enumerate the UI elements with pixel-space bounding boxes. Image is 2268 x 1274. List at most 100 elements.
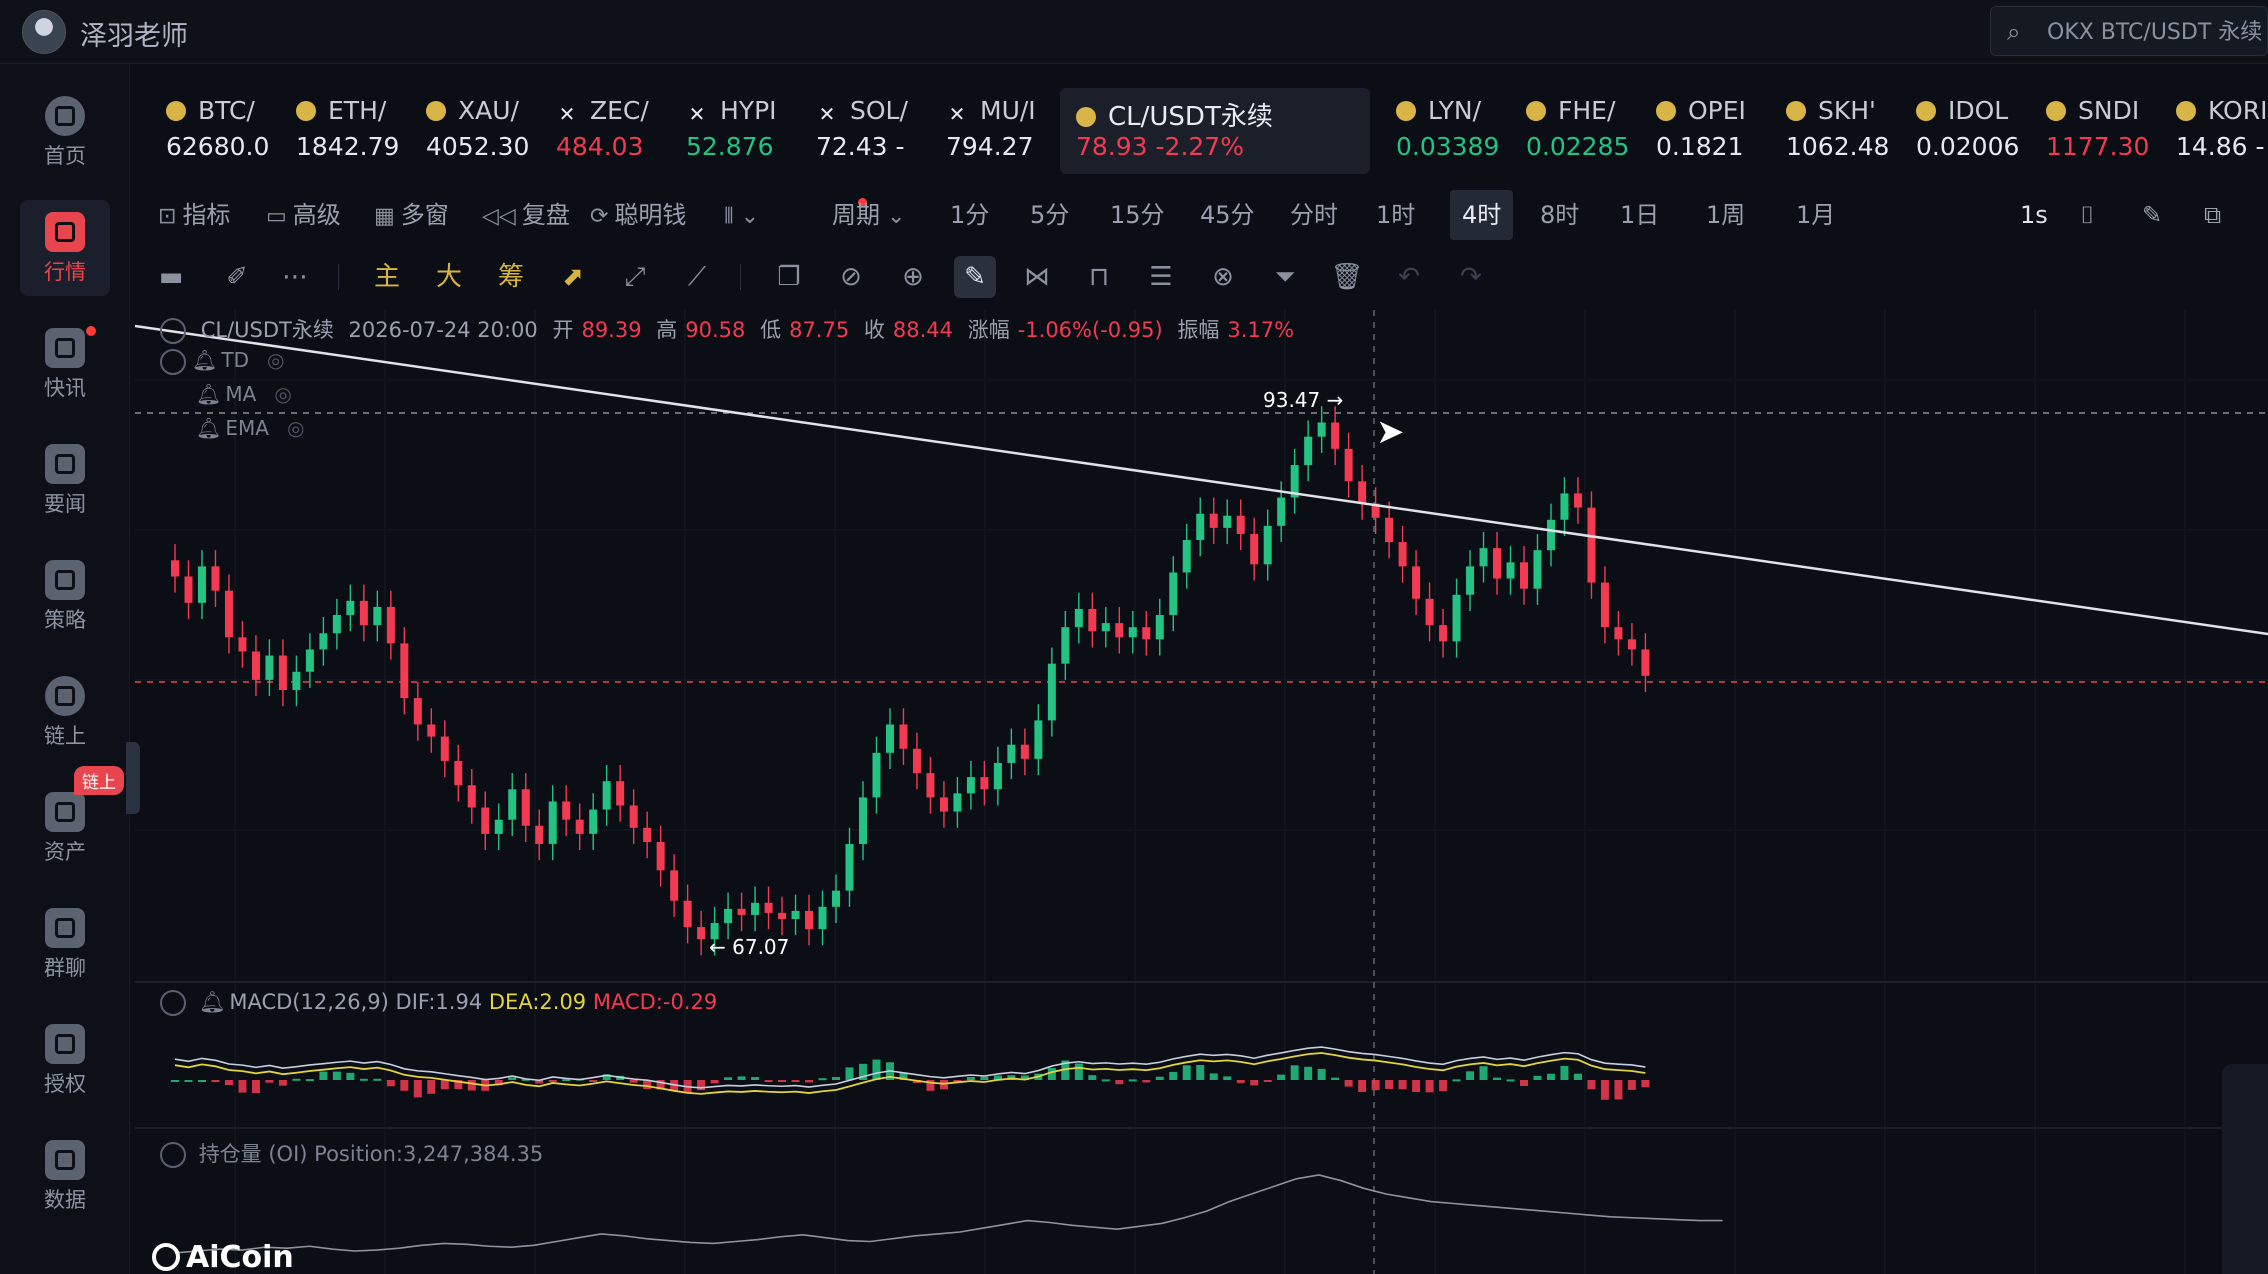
icon-detail [55, 106, 75, 126]
ticker-item[interactable]: ✕ MU/I 794.27 [930, 88, 1060, 174]
candle-body [238, 637, 247, 652]
macd-bar [1223, 1076, 1232, 1080]
lock-icon[interactable]: ⊓ [1078, 256, 1120, 298]
chips-button[interactable]: 筹 [490, 256, 532, 298]
trash-icon[interactable]: 🗑 [1326, 256, 1368, 298]
copy-icon[interactable]: ❐ [768, 256, 810, 298]
period-4[interactable]: 分时 [1290, 190, 1338, 240]
eye-icon[interactable]: ◎ [287, 416, 304, 440]
overlay-ma[interactable]: 🔔︎ MA ◎ [196, 382, 292, 406]
sidebar-item-label: 授权 [44, 1072, 86, 1096]
candle-body [1573, 493, 1582, 508]
ticker-item[interactable]: SKH' 1062.48 [1770, 88, 1900, 174]
filter-icon[interactable]: ⏷ [1264, 256, 1306, 298]
collapse-circle-icon[interactable] [160, 348, 186, 375]
period-8[interactable]: 1日 [1620, 190, 1659, 240]
resize-tool-icon[interactable]: ⤢ [614, 256, 656, 298]
interval-button[interactable]: 1s [2020, 190, 2048, 240]
undo-icon[interactable]: ↶ [1388, 256, 1430, 298]
search-input[interactable] [2047, 17, 2262, 47]
search-box[interactable]: ⌕ [1990, 6, 2268, 56]
ruler-icon[interactable]: ▬ [150, 256, 192, 298]
hide-drawings-icon[interactable]: ⊗ [1202, 256, 1244, 298]
period-6[interactable]: 4时 [1450, 190, 1514, 240]
ticker-item[interactable]: ETH/1842.79 [280, 88, 410, 174]
collapse-circle-icon[interactable] [160, 318, 186, 344]
ticker-item[interactable]: FHE/0.02285 [1510, 88, 1640, 174]
sidebar-item-2[interactable]: 快讯 [20, 316, 110, 412]
main-overlay-button[interactable]: 主 [366, 256, 408, 298]
draw-pen-icon[interactable]: ✎ [954, 256, 996, 298]
coin-icon [2046, 101, 2066, 121]
pen-edit-icon[interactable]: ✎ [2142, 190, 2162, 240]
ticker-item[interactable]: IDOL 0.02006 [1900, 88, 2030, 174]
trend-tool-icon[interactable]: ⬈ [552, 256, 594, 298]
sidebar-item-1[interactable]: 行情 [20, 200, 110, 296]
ticker-item[interactable]: ✕ ZEC/484.03 [540, 88, 670, 174]
avatar[interactable] [22, 10, 66, 54]
macd-bar [966, 1077, 975, 1080]
more-tools-button[interactable]: ⦀ ⌄ [724, 190, 765, 240]
overlay-ema[interactable]: 🔔︎ EMA ◎ [196, 416, 304, 440]
ticker-item[interactable]: BTC/62680.0 [150, 88, 280, 174]
camera-icon[interactable]: ⌷ [2080, 190, 2094, 240]
period-10[interactable]: 1月 [1796, 190, 1835, 240]
period-2[interactable]: 15分 [1110, 190, 1165, 240]
macd-bar [1047, 1068, 1056, 1080]
macd-bar [346, 1072, 355, 1080]
collapse-circle-icon[interactable] [160, 990, 186, 1016]
multi-window-button[interactable]: ▦ 多窗 [374, 190, 449, 240]
sidebar-item-7[interactable]: 群聊 [20, 896, 110, 992]
coin-icon [1396, 101, 1416, 121]
sidebar-item-8[interactable]: 授权 [20, 1012, 110, 1108]
period-9[interactable]: 1周 [1706, 190, 1745, 240]
sidebar-item-0[interactable]: 首页 [20, 84, 110, 180]
brush-icon[interactable]: ✐ [216, 256, 258, 298]
sidebar-item-5[interactable]: 链上 [20, 664, 110, 760]
more-icon[interactable]: ⋯ [274, 256, 316, 298]
big-order-button[interactable]: 大 [428, 256, 470, 298]
overlay-td[interactable]: 🔔︎ TD ◎ [160, 348, 284, 375]
ticker-item[interactable]: KORI 14.86 - [2160, 88, 2268, 174]
eye-icon[interactable]: ◎ [267, 348, 284, 372]
line-tool-icon[interactable]: ⟋ [676, 256, 718, 298]
period-3[interactable]: 45分 [1200, 190, 1255, 240]
smart-money-button[interactable]: ⟳ 聪明钱 [590, 190, 686, 240]
ticker-item[interactable]: OPEI 0.1821 [1640, 88, 1770, 174]
indicator-button[interactable]: ⊡ 指标 [158, 190, 230, 240]
period-1[interactable]: 5分 [1030, 190, 1069, 240]
eye-icon[interactable]: ◎ [274, 382, 291, 406]
measure-icon[interactable]: ⊘ [830, 256, 872, 298]
sidebar-item-9[interactable]: 数据 [20, 1128, 110, 1224]
macd-bar [764, 1080, 773, 1082]
macd-bar [1466, 1071, 1475, 1080]
sidebar-item-3[interactable]: 要闻 [20, 432, 110, 528]
ticker-item[interactable]: CL/USDT永续 78.93 -2.27% [1060, 88, 1370, 174]
macd-bar [1506, 1079, 1515, 1082]
period-5[interactable]: 1时 [1376, 190, 1415, 240]
ticker-price: 1842.79 [296, 132, 400, 161]
price-chart[interactable]: 93.47 → ← 67.07 [135, 310, 2268, 1274]
candle-body [1034, 720, 1043, 759]
period-7[interactable]: 8时 [1540, 190, 1579, 240]
zoom-icon[interactable]: ⊕ [892, 256, 934, 298]
ticker-item[interactable]: ✕ HYPI 52.876 [670, 88, 800, 174]
ticker-item[interactable]: ✕ SOL/72.43 - [800, 88, 930, 174]
macd-bar [1088, 1075, 1097, 1080]
sidebar-item-4[interactable]: 策略 [20, 548, 110, 644]
collapse-circle-icon[interactable] [160, 1142, 186, 1168]
candle-body [1614, 627, 1623, 640]
popout-icon[interactable]: ⧉ [2204, 190, 2221, 240]
ticker-item[interactable]: SNDI 1177.30 [2030, 88, 2160, 174]
ticker-item[interactable]: LYN/0.03389 [1380, 88, 1510, 174]
template-icon[interactable]: ☰ [1140, 256, 1182, 298]
period-dropdown[interactable]: 周期 ⌄ [832, 190, 911, 240]
period-0[interactable]: 1分 [950, 190, 989, 240]
ticker-item[interactable]: XAU/4052.30 [410, 88, 540, 174]
macd-bar [724, 1077, 733, 1080]
replay-button[interactable]: ◁◁ 复盘 [482, 190, 570, 240]
right-side-panel[interactable] [2222, 1064, 2268, 1274]
redo-icon[interactable]: ↷ [1450, 256, 1492, 298]
advanced-button[interactable]: ▭ 高级 [266, 190, 341, 240]
magnet-icon[interactable]: ⋈ [1016, 256, 1058, 298]
